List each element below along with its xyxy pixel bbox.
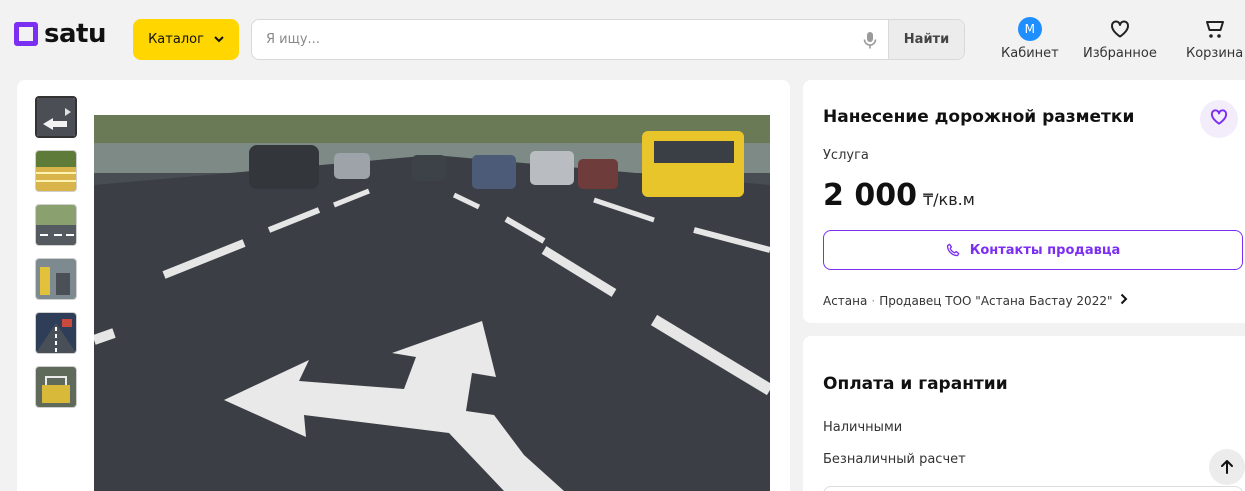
arrow-up-icon bbox=[1221, 460, 1233, 474]
seller-city: Астана bbox=[823, 294, 868, 308]
seller-contacts-label: Контакты продавца bbox=[969, 242, 1121, 258]
payment-method: Безналичный расчет bbox=[823, 452, 966, 467]
microphone-icon[interactable] bbox=[860, 30, 880, 50]
price: 2 000 ₸/кв.м bbox=[823, 178, 975, 213]
product-gallery bbox=[17, 80, 790, 491]
product-title: Нанесение дорожной разметки bbox=[823, 107, 1135, 127]
thumbnail[interactable] bbox=[35, 204, 77, 246]
cabinet-link[interactable]: M Кабинет bbox=[1001, 17, 1059, 61]
thumbnail-list bbox=[35, 96, 79, 420]
satu-logo[interactable]: satu bbox=[14, 19, 106, 49]
phone-icon bbox=[946, 243, 960, 257]
next-block-edge bbox=[823, 486, 1243, 491]
seller-link[interactable]: Астана · Продавец ТОО "Астана Бастау 202… bbox=[823, 293, 1128, 309]
logo-text: satu bbox=[44, 19, 106, 49]
heart-icon bbox=[1210, 109, 1228, 129]
search-bar: Найти bbox=[251, 19, 965, 60]
avatar: M bbox=[1017, 17, 1042, 41]
cart-icon bbox=[1203, 17, 1227, 41]
product-info-card: Нанесение дорожной разметки Услуга 2 000… bbox=[803, 80, 1245, 323]
main-product-photo[interactable] bbox=[94, 115, 770, 491]
chevron-down-icon bbox=[214, 33, 224, 46]
thumbnail[interactable] bbox=[35, 366, 77, 408]
payment-title: Оплата и гарантии bbox=[823, 374, 1008, 394]
product-type: Услуга bbox=[823, 148, 869, 163]
site-header: satu Каталог Найти M Кабинет Избранное bbox=[0, 0, 1245, 78]
scroll-to-top-button[interactable] bbox=[1209, 449, 1245, 485]
cart-label: Корзина bbox=[1186, 46, 1244, 61]
price-unit: ₸/кв.м bbox=[922, 190, 975, 209]
chevron-right-icon bbox=[1120, 293, 1128, 309]
payment-guarantees-card: Оплата и гарантии Наличными Безналичный … bbox=[803, 336, 1245, 491]
search-input[interactable] bbox=[266, 20, 846, 59]
cart-link[interactable]: Корзина bbox=[1186, 17, 1243, 61]
seller-contacts-button[interactable]: Контакты продавца bbox=[823, 230, 1243, 270]
cabinet-label: Кабинет bbox=[1001, 46, 1059, 61]
payment-method: Наличными bbox=[823, 420, 903, 435]
separator: · bbox=[871, 294, 876, 308]
heart-icon bbox=[1108, 17, 1132, 41]
favorites-label: Избранное bbox=[1083, 46, 1157, 61]
catalog-button[interactable]: Каталог bbox=[133, 19, 239, 60]
thumbnail[interactable] bbox=[35, 312, 77, 354]
thumbnail[interactable] bbox=[35, 258, 77, 300]
seller-name: Продавец ТОО "Астана Бастау 2022" bbox=[879, 294, 1113, 308]
price-value: 2 000 bbox=[823, 178, 917, 213]
add-to-favorites-button[interactable] bbox=[1200, 100, 1238, 138]
logo-square-icon bbox=[14, 22, 38, 46]
thumbnail[interactable] bbox=[35, 150, 77, 192]
find-button[interactable]: Найти bbox=[888, 20, 964, 59]
favorites-link[interactable]: Избранное bbox=[1083, 17, 1157, 61]
thumbnail[interactable] bbox=[35, 96, 77, 138]
catalog-label: Каталог bbox=[148, 32, 204, 47]
